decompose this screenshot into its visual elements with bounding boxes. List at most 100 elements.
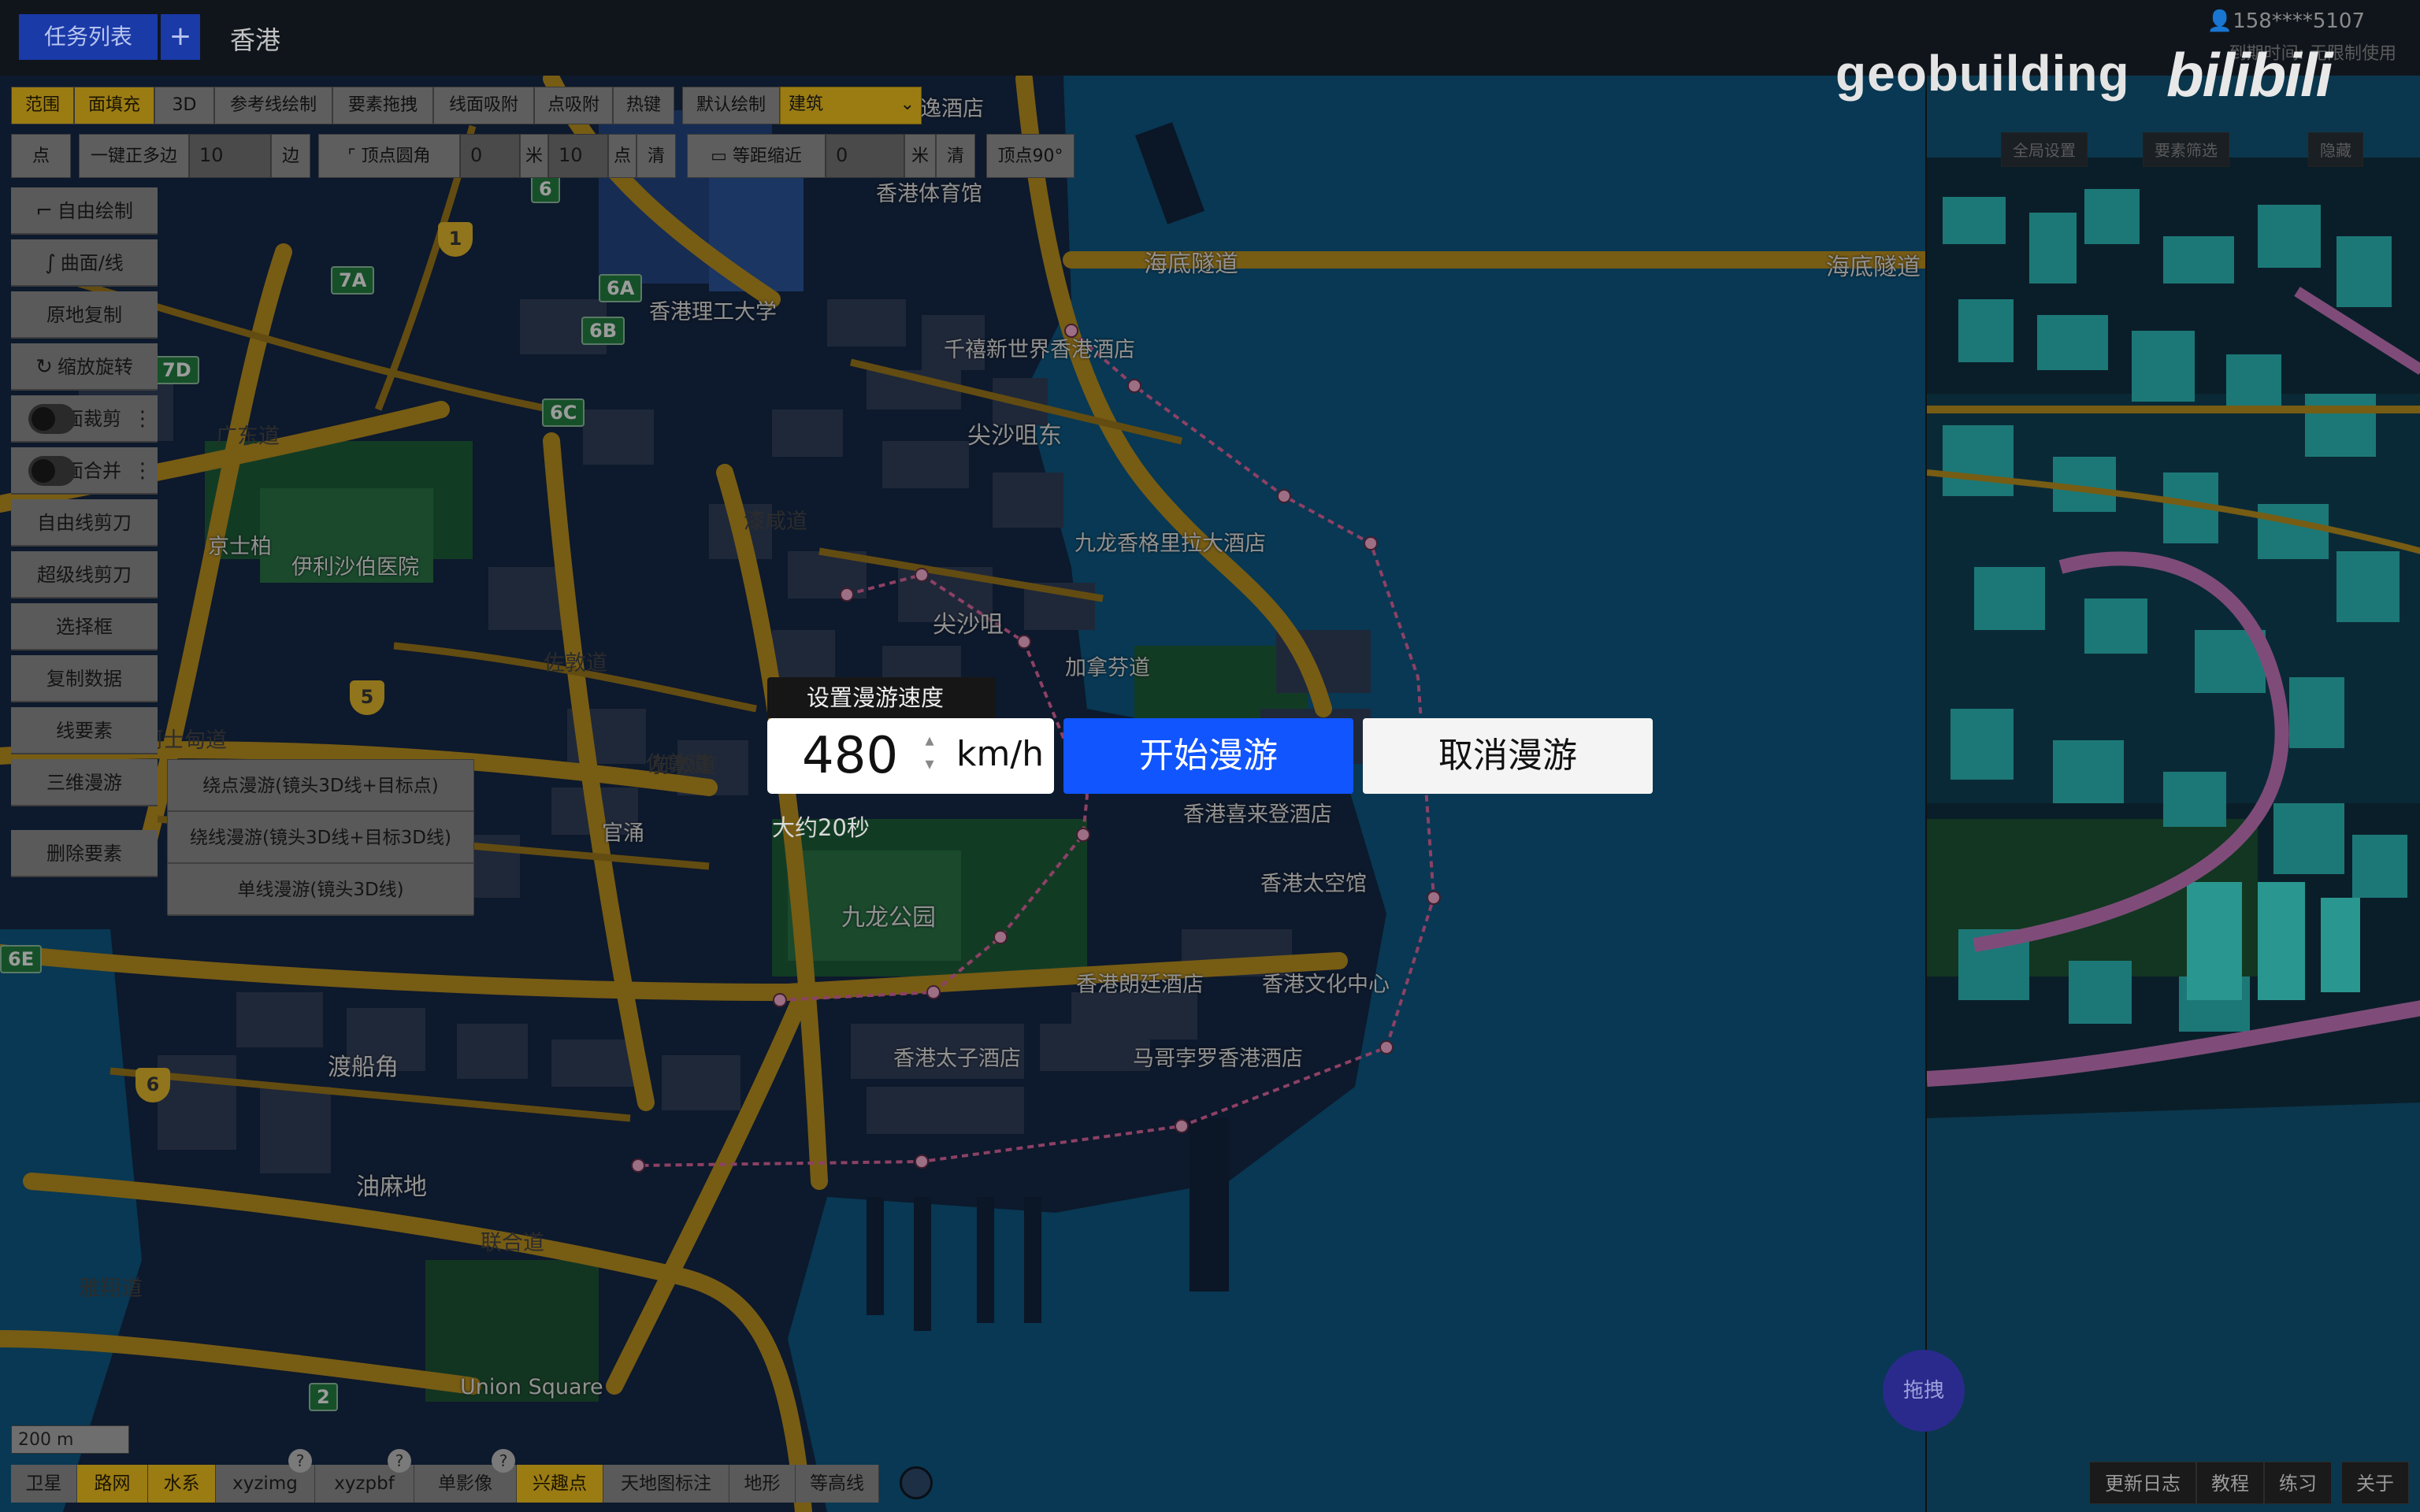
- route-badge: 6C: [542, 398, 585, 427]
- watermark-logo: bilibili: [2166, 40, 2333, 109]
- map-label: 香港喜来登酒店: [1183, 802, 1332, 827]
- help-icon[interactable]: ?: [388, 1449, 411, 1473]
- layer-satellite[interactable]: 卫星: [11, 1465, 77, 1503]
- sidebar-free-line-cut[interactable]: 自由线剪刀: [11, 499, 158, 547]
- sidebar-copy-data[interactable]: 复制数据: [11, 655, 158, 702]
- map-label: 香港理工大学: [649, 300, 777, 324]
- sidebar-free-draw[interactable]: ⌐ 自由绘制: [11, 187, 158, 235]
- roam-around-point[interactable]: 绕点漫游(镜头3D线+目标点): [168, 760, 473, 812]
- sidebar-item-label: 三维漫游: [46, 772, 122, 794]
- chevron-down-icon[interactable]: ▾: [920, 753, 939, 776]
- highway-shield: 1: [438, 222, 473, 257]
- map-label: 香港文化中心: [1262, 973, 1390, 997]
- layer-type-select[interactable]: 建筑 ⌄: [780, 87, 922, 124]
- 3d-view-panel[interactable]: [1925, 0, 2420, 1512]
- meter-unit: 米: [520, 134, 548, 178]
- sidebar-copy-in-place[interactable]: 原地复制: [11, 291, 158, 339]
- speed-stepper[interactable]: ▴ ▾: [920, 729, 939, 784]
- sidebar-line-feature[interactable]: 线要素: [11, 707, 158, 754]
- roam-around-line[interactable]: 绕线漫游(镜头3D线+目标3D线): [168, 812, 473, 864]
- tool-default-draw[interactable]: 默认绘制: [682, 87, 780, 124]
- user-account[interactable]: 👤158****5107: [2207, 9, 2365, 33]
- watermark-text: geobuilding: [1835, 45, 2130, 102]
- sidebar-curve[interactable]: ∫ 曲面/线: [11, 239, 158, 287]
- sidebar-select-box[interactable]: 选择框: [11, 603, 158, 650]
- global-settings-button[interactable]: 全局设置: [2001, 132, 2088, 167]
- sidebar-item-label: 曲面/线: [60, 252, 124, 274]
- feature-filter-button[interactable]: 要素筛选: [2143, 132, 2229, 167]
- layer-poi[interactable]: 兴趣点: [517, 1465, 603, 1503]
- map-label: 香港太空馆: [1260, 872, 1367, 896]
- route-badge: 6: [531, 175, 560, 203]
- sidebar-super-line-cut[interactable]: 超级线剪刀: [11, 551, 158, 598]
- map-label: 油麻地: [356, 1173, 427, 1201]
- speed-input[interactable]: [802, 726, 904, 786]
- sidebar-face-clip[interactable]: 面裁剪 ⋮: [11, 395, 158, 443]
- help-icon[interactable]: ?: [492, 1449, 515, 1473]
- tool-ref-line[interactable]: 参考线绘制: [214, 87, 332, 124]
- layer-type-value: 建筑: [789, 94, 824, 114]
- sidebar-item-label: 删除要素: [46, 843, 122, 865]
- map-label: 九龙香格里拉大酒店: [1075, 532, 1266, 556]
- vertex-round-button[interactable]: ⌜ 顶点圆角: [318, 134, 460, 178]
- meter-unit-2: 米: [904, 134, 936, 178]
- city-name: 香港: [230, 25, 281, 55]
- roam-single-line[interactable]: 单线漫游(镜头3D线): [168, 864, 473, 916]
- round-points-input[interactable]: 10: [548, 134, 608, 178]
- sidebar-scale-rotate[interactable]: ↻ 缩放旋转: [11, 343, 158, 391]
- layer-tianditu-labels[interactable]: 天地图标注: [603, 1465, 729, 1503]
- map-label: 佐敦道: [646, 752, 710, 776]
- tool-3d[interactable]: 3D: [154, 87, 214, 124]
- changelog-button[interactable]: 更新日志: [2089, 1462, 2196, 1504]
- equidistant-shrink-button[interactable]: ▭ 等距缩近: [687, 134, 826, 178]
- more-icon[interactable]: ⋮: [132, 395, 153, 443]
- map-label: 联合道: [481, 1231, 544, 1255]
- face-clip-toggle[interactable]: [28, 404, 76, 434]
- compass-icon[interactable]: [900, 1466, 933, 1499]
- sidebar-face-merge[interactable]: 面合并 ⋮: [11, 447, 158, 495]
- cancel-roam-button[interactable]: 取消漫游: [1363, 718, 1653, 794]
- face-merge-toggle[interactable]: [28, 456, 76, 486]
- sidebar-item-label: 自由线剪刀: [37, 512, 132, 534]
- regular-polygon-button[interactable]: 一键正多边: [79, 134, 189, 178]
- tool-point[interactable]: 点: [11, 134, 71, 178]
- layer-roads[interactable]: 路网: [77, 1465, 148, 1503]
- hide-button[interactable]: 隐藏: [2308, 132, 2363, 167]
- tool-point-snap[interactable]: 点吸附: [534, 87, 613, 124]
- vertex-round-label: 顶点圆角: [361, 146, 431, 166]
- tool-fill[interactable]: 面填充: [74, 87, 154, 124]
- chevron-up-icon[interactable]: ▴: [920, 729, 939, 753]
- drag-button[interactable]: 拖拽: [1883, 1350, 1965, 1432]
- clear-shrink-button[interactable]: 清: [936, 134, 975, 178]
- chevron-down-icon: ⌄: [900, 94, 915, 114]
- sidebar-delete-feature[interactable]: 删除要素: [11, 830, 158, 877]
- about-button[interactable]: 关于: [2341, 1462, 2409, 1504]
- tool-range[interactable]: 范围: [11, 87, 74, 124]
- layer-terrain[interactable]: 地形: [729, 1465, 796, 1503]
- add-task-button[interactable]: +: [161, 14, 200, 60]
- equidistant-label: 等距缩近: [732, 146, 802, 166]
- sidebar-item-label: 选择框: [56, 616, 113, 638]
- more-icon[interactable]: ⋮: [132, 447, 153, 495]
- shrink-distance-input[interactable]: 0: [826, 134, 904, 178]
- tool-drag-feature[interactable]: 要素拖拽: [332, 87, 433, 124]
- clear-round-button[interactable]: 清: [637, 134, 676, 178]
- tool-hotkey[interactable]: 热键: [613, 87, 674, 124]
- map-label: 尖沙咀东: [967, 422, 1062, 450]
- curve-icon: ∫: [45, 251, 56, 275]
- vertex-90-button[interactable]: 顶点90°: [986, 134, 1075, 178]
- layer-water[interactable]: 水系: [148, 1465, 216, 1503]
- task-list-button[interactable]: 任务列表: [19, 14, 158, 60]
- layer-contours[interactable]: 等高线: [796, 1465, 879, 1503]
- practice-button[interactable]: 练习: [2264, 1462, 2332, 1504]
- route-badge: 7A: [331, 266, 375, 295]
- sidebar-3d-roam[interactable]: 三维漫游: [11, 759, 158, 806]
- tutorial-button[interactable]: 教程: [2196, 1462, 2264, 1504]
- tool-line-snap[interactable]: 线面吸附: [433, 87, 534, 124]
- start-roam-button[interactable]: 开始漫游: [1063, 718, 1353, 794]
- round-radius-input[interactable]: 0: [460, 134, 520, 178]
- polygon-sides-input[interactable]: 10: [189, 134, 271, 178]
- route-badge: 6A: [599, 274, 643, 302]
- roam-submenu: 绕点漫游(镜头3D线+目标点) 绕线漫游(镜头3D线+目标3D线) 单线漫游(镜…: [167, 759, 474, 916]
- help-icon[interactable]: ?: [288, 1449, 312, 1473]
